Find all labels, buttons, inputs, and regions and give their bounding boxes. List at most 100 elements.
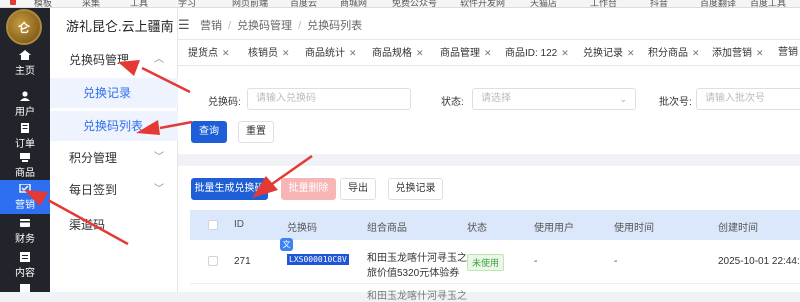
row-used-time: - [614, 256, 618, 267]
bookmarks-bar: 模板 采集 工具 学习 网页前端 百度云 商城网 免费公众号 软件开发网 天猫店… [0, 0, 800, 8]
close-icon[interactable]: ✕ [416, 48, 424, 58]
nav-item-goods[interactable]: 商品 [0, 148, 50, 182]
nav-item-home[interactable]: 主页 [0, 46, 50, 80]
bookmark-item[interactable]: 百度工具 [750, 0, 786, 7]
more-icon[interactable] [20, 284, 30, 292]
menu-group-daily-checkin[interactable]: 每日签到 ﹀ [50, 176, 178, 204]
chevron-down-icon: ﹀ [154, 152, 164, 163]
column-header: 组合商品 [367, 223, 407, 234]
menu-group-channel-code[interactable]: 渠道码 [50, 211, 178, 239]
close-icon[interactable]: ✕ [222, 48, 230, 58]
menu-toggle-icon[interactable]: ☰ [178, 17, 190, 33]
bookmark-item[interactable]: 百度翻译 [700, 0, 736, 7]
chevron-down-icon: ﹀ [154, 184, 164, 195]
close-icon[interactable]: ✕ [349, 48, 357, 58]
app-logo: 仑 [6, 9, 42, 45]
close-icon[interactable]: ✕ [756, 48, 764, 58]
column-header: 创建时间 [718, 223, 758, 234]
close-icon[interactable]: ✕ [561, 48, 569, 58]
export-button[interactable]: 导出 [340, 178, 376, 200]
bookmark-item[interactable]: 免费公众号 [392, 0, 437, 7]
reset-button[interactable]: 重置 [238, 121, 274, 143]
bookmark-item[interactable]: 天猫店 [530, 0, 557, 7]
tab-label: 兑换记录 [583, 48, 623, 59]
row-code-wrap: LXS000010C8V [287, 254, 349, 265]
translate-icon[interactable]: 文 [280, 238, 293, 251]
tab-label: 商品ID: 122 [505, 48, 558, 59]
menu-item-redeem-records[interactable]: 兑换记录 [50, 78, 178, 108]
nav-item-marketing[interactable]: 营销 [0, 180, 50, 214]
batch-generate-button[interactable]: 批量生成兑换码 [191, 178, 268, 200]
tab-goods-spec[interactable]: 商品规格 ✕ [372, 40, 424, 65]
row-product-line: 旅价值5320元体验券 [367, 268, 460, 279]
goods-icon [20, 153, 30, 162]
nav-item-label: 主页 [15, 66, 35, 77]
tab-points-goods[interactable]: 积分商品 ✕ [648, 40, 700, 65]
tab-add-marketing[interactable]: 添加营销 ✕ [712, 40, 764, 65]
menu-group-label: 渠道码 [69, 218, 106, 232]
menu-item-redeem-code-list[interactable]: 兑换码列表 [50, 111, 178, 141]
bookmark-item[interactable]: 学习 [178, 0, 196, 7]
breadcrumb-item[interactable]: 兑换码管理 [237, 20, 292, 32]
menu-group-redeem-code[interactable]: 兑换码管理 ︿ [50, 46, 178, 74]
select-all-checkbox[interactable] [208, 220, 218, 230]
main-sidebar: 仑 主页 用户 订单 商品 营销 财务 内容 [0, 8, 50, 292]
column-header: 状态 [467, 223, 487, 234]
nav-item-user[interactable]: 用户 [0, 87, 50, 121]
row-checkbox[interactable] [208, 256, 218, 266]
query-button[interactable]: 查询 [191, 121, 227, 143]
row-user: - [534, 256, 538, 267]
breadcrumb-item[interactable]: 营销 [200, 20, 222, 32]
bookmark-item[interactable]: 网页前端 [232, 0, 268, 7]
bookmark-item[interactable]: 工具 [130, 0, 148, 7]
bookmark-item[interactable] [10, 0, 18, 6]
nav-item-content[interactable]: 内容 [0, 248, 50, 282]
code-input[interactable]: 请输入兑换码 [247, 88, 411, 110]
bookmark-item[interactable]: 软件开发网 [460, 0, 505, 7]
tab-pickup-point[interactable]: 提货点 ✕ [188, 40, 230, 65]
close-icon[interactable]: ✕ [282, 48, 290, 58]
bookmark-item[interactable]: 百度云 [290, 0, 317, 7]
tab-label: 营销 [778, 47, 798, 58]
nav-item-label: 营销 [15, 200, 35, 211]
close-icon[interactable]: ✕ [692, 48, 700, 58]
menu-group-label: 兑换码管理 [69, 53, 130, 67]
tab-label: 添加营销 [712, 48, 752, 59]
tab-goods-manage[interactable]: 商品管理 ✕ [440, 40, 492, 65]
tab-goods-stats[interactable]: 商品统计 ✕ [305, 40, 357, 65]
batch-input[interactable]: 请输入批次号 [696, 88, 800, 110]
menu-group-points[interactable]: 积分管理 ﹀ [50, 144, 178, 172]
column-header: 使用时间 [614, 223, 654, 234]
tab-verifier[interactable]: 核销员 ✕ [248, 40, 290, 65]
column-header: 使用用户 [534, 223, 574, 234]
row-product-line: 和田玉龙喀什河寻玉之 [367, 253, 467, 264]
tab-redeem-records[interactable]: 兑换记录 ✕ [583, 40, 635, 65]
tab-marketing[interactable]: 营销 [778, 40, 798, 65]
nav-item-finance[interactable]: 财务 [0, 214, 50, 248]
finance-icon [20, 219, 30, 227]
status-badge: 未使用 [467, 254, 505, 271]
close-icon[interactable]: ✕ [484, 48, 492, 58]
nav-item-label: 用户 [15, 107, 35, 118]
tab-goods-id[interactable]: 商品ID: 122 ✕ [505, 40, 569, 65]
breadcrumb-item: 兑换码列表 [307, 20, 363, 32]
nav-item-label: 商品 [15, 168, 35, 179]
bookmark-item[interactable]: 商城网 [340, 0, 367, 7]
breadcrumb-separator: / [298, 20, 302, 32]
nav-item-label: 财务 [15, 234, 35, 245]
app-title: 游礼昆仑.云上疆南 [66, 19, 174, 34]
tabs-bar: 提货点 ✕ 核销员 ✕ 商品统计 ✕ 商品规格 ✕ 商品管理 ✕ 商品ID: 122 ✕ 兑… [178, 40, 800, 66]
status-select[interactable]: 请选择 ⌄ [472, 88, 636, 110]
order-icon [21, 123, 29, 133]
close-icon[interactable]: ✕ [627, 48, 635, 58]
status-label: 状态: [441, 97, 464, 108]
bookmark-item[interactable]: 采集 [82, 0, 100, 7]
top-bar: ☰ 营销 / 兑换码管理 / 兑换码列表 [178, 8, 800, 40]
bookmark-item[interactable]: 抖音 [650, 0, 668, 7]
row-created-time: 2025-10-01 22:44:02 [718, 256, 800, 267]
bookmark-item[interactable]: 工作台 [590, 0, 617, 7]
redeem-records-button[interactable]: 兑换记录 [388, 178, 443, 200]
batch-delete-button[interactable]: 批量删除 [281, 178, 336, 200]
tab-label: 商品规格 [372, 48, 412, 59]
bookmark-item[interactable]: 模板 [34, 0, 52, 7]
